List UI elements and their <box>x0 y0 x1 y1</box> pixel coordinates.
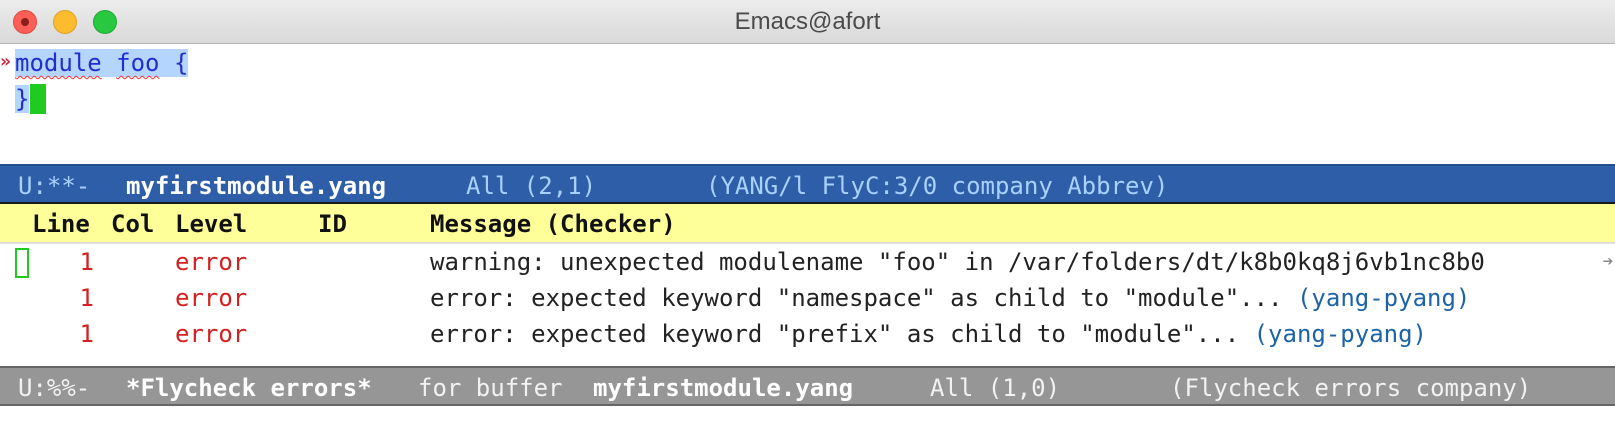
modeline-for-buffer-label: for buffer <box>418 374 563 402</box>
column-header-message[interactable]: Message (Checker) <box>430 204 676 244</box>
title-bar: Emacs@afort <box>0 0 1615 44</box>
brace-close: } <box>15 85 30 113</box>
brace-open: { <box>173 49 189 77</box>
error-line-number: 1 <box>79 320 94 348</box>
main-modeline[interactable]: U:**- myfirstmodule.yang All (2,1) (YANG… <box>0 164 1615 204</box>
errors-modeline[interactable]: U:%%- *Flycheck errors* for buffer myfir… <box>0 366 1615 406</box>
error-level: error <box>175 320 248 348</box>
error-message: error: expected keyword "namespace" as c… <box>430 284 1283 312</box>
errors-column-header: Line Col Level ID Message (Checker) <box>0 204 1615 244</box>
modeline-position: All (2,1) <box>466 172 597 200</box>
code-line-1[interactable]: module foo { <box>15 48 189 78</box>
errors-list: 1 error warning: unexpected modulename "… <box>0 244 1615 366</box>
right-double-arrow-icon: » <box>0 51 11 72</box>
modeline-target-buffer[interactable]: myfirstmodule.yang <box>593 368 853 404</box>
modeline-status: U:%%- <box>18 374 91 402</box>
error-line-number: 1 <box>79 284 94 312</box>
error-level: error <box>175 284 248 312</box>
code-line-2[interactable]: } <box>15 84 47 114</box>
modeline-modes[interactable]: (Flycheck errors company) <box>1170 368 1531 404</box>
error-message-with-checker: error: expected keyword "namespace" as c… <box>430 280 1470 316</box>
error-checker: (yang-pyang) <box>1296 284 1471 312</box>
echo-area[interactable] <box>0 406 1615 440</box>
emacs-window: Emacs@afort » module foo { } U:**- myfir… <box>0 0 1615 440</box>
text-cursor <box>30 84 47 114</box>
modeline-position: All (1,0) <box>930 374 1061 402</box>
error-checker: (yang-pyang) <box>1253 320 1427 348</box>
identifier-foo: foo <box>116 49 160 77</box>
code-space <box>101 49 117 77</box>
error-level: error <box>175 248 248 276</box>
modeline-status: U:**- <box>18 172 91 200</box>
keyword-module: module <box>15 49 102 77</box>
column-header-id[interactable]: ID <box>318 204 347 244</box>
error-message: warning: unexpected modulename "foo" in … <box>430 248 1485 276</box>
editor-buffer[interactable]: » module foo { } <box>0 44 1615 164</box>
modeline-modes[interactable]: (YANG/l FlyC:3/0 company Abbrev) <box>706 166 1168 202</box>
error-row[interactable]: 1 error warning: unexpected modulename "… <box>0 244 1615 280</box>
window-title: Emacs@afort <box>734 8 881 35</box>
error-message: error: expected keyword "prefix" as chil… <box>430 320 1240 348</box>
column-header-line[interactable]: Line <box>32 204 90 244</box>
error-row[interactable]: 1 error error: expected keyword "prefix"… <box>0 316 1615 352</box>
error-line-number: 1 <box>79 248 94 276</box>
inactive-cursor <box>15 248 29 278</box>
modeline-buffer-name[interactable]: myfirstmodule.yang <box>126 166 386 202</box>
column-header-level[interactable]: Level <box>175 204 247 244</box>
error-message-with-checker: error: expected keyword "prefix" as chil… <box>430 316 1427 352</box>
column-header-col[interactable]: Col <box>111 204 154 244</box>
error-row[interactable]: 1 error error: expected keyword "namespa… <box>0 280 1615 316</box>
modeline-buffer-name[interactable]: *Flycheck errors* <box>126 368 372 404</box>
code-space <box>159 49 174 77</box>
line-truncation-arrow-icon: ➔ <box>1601 244 1615 280</box>
